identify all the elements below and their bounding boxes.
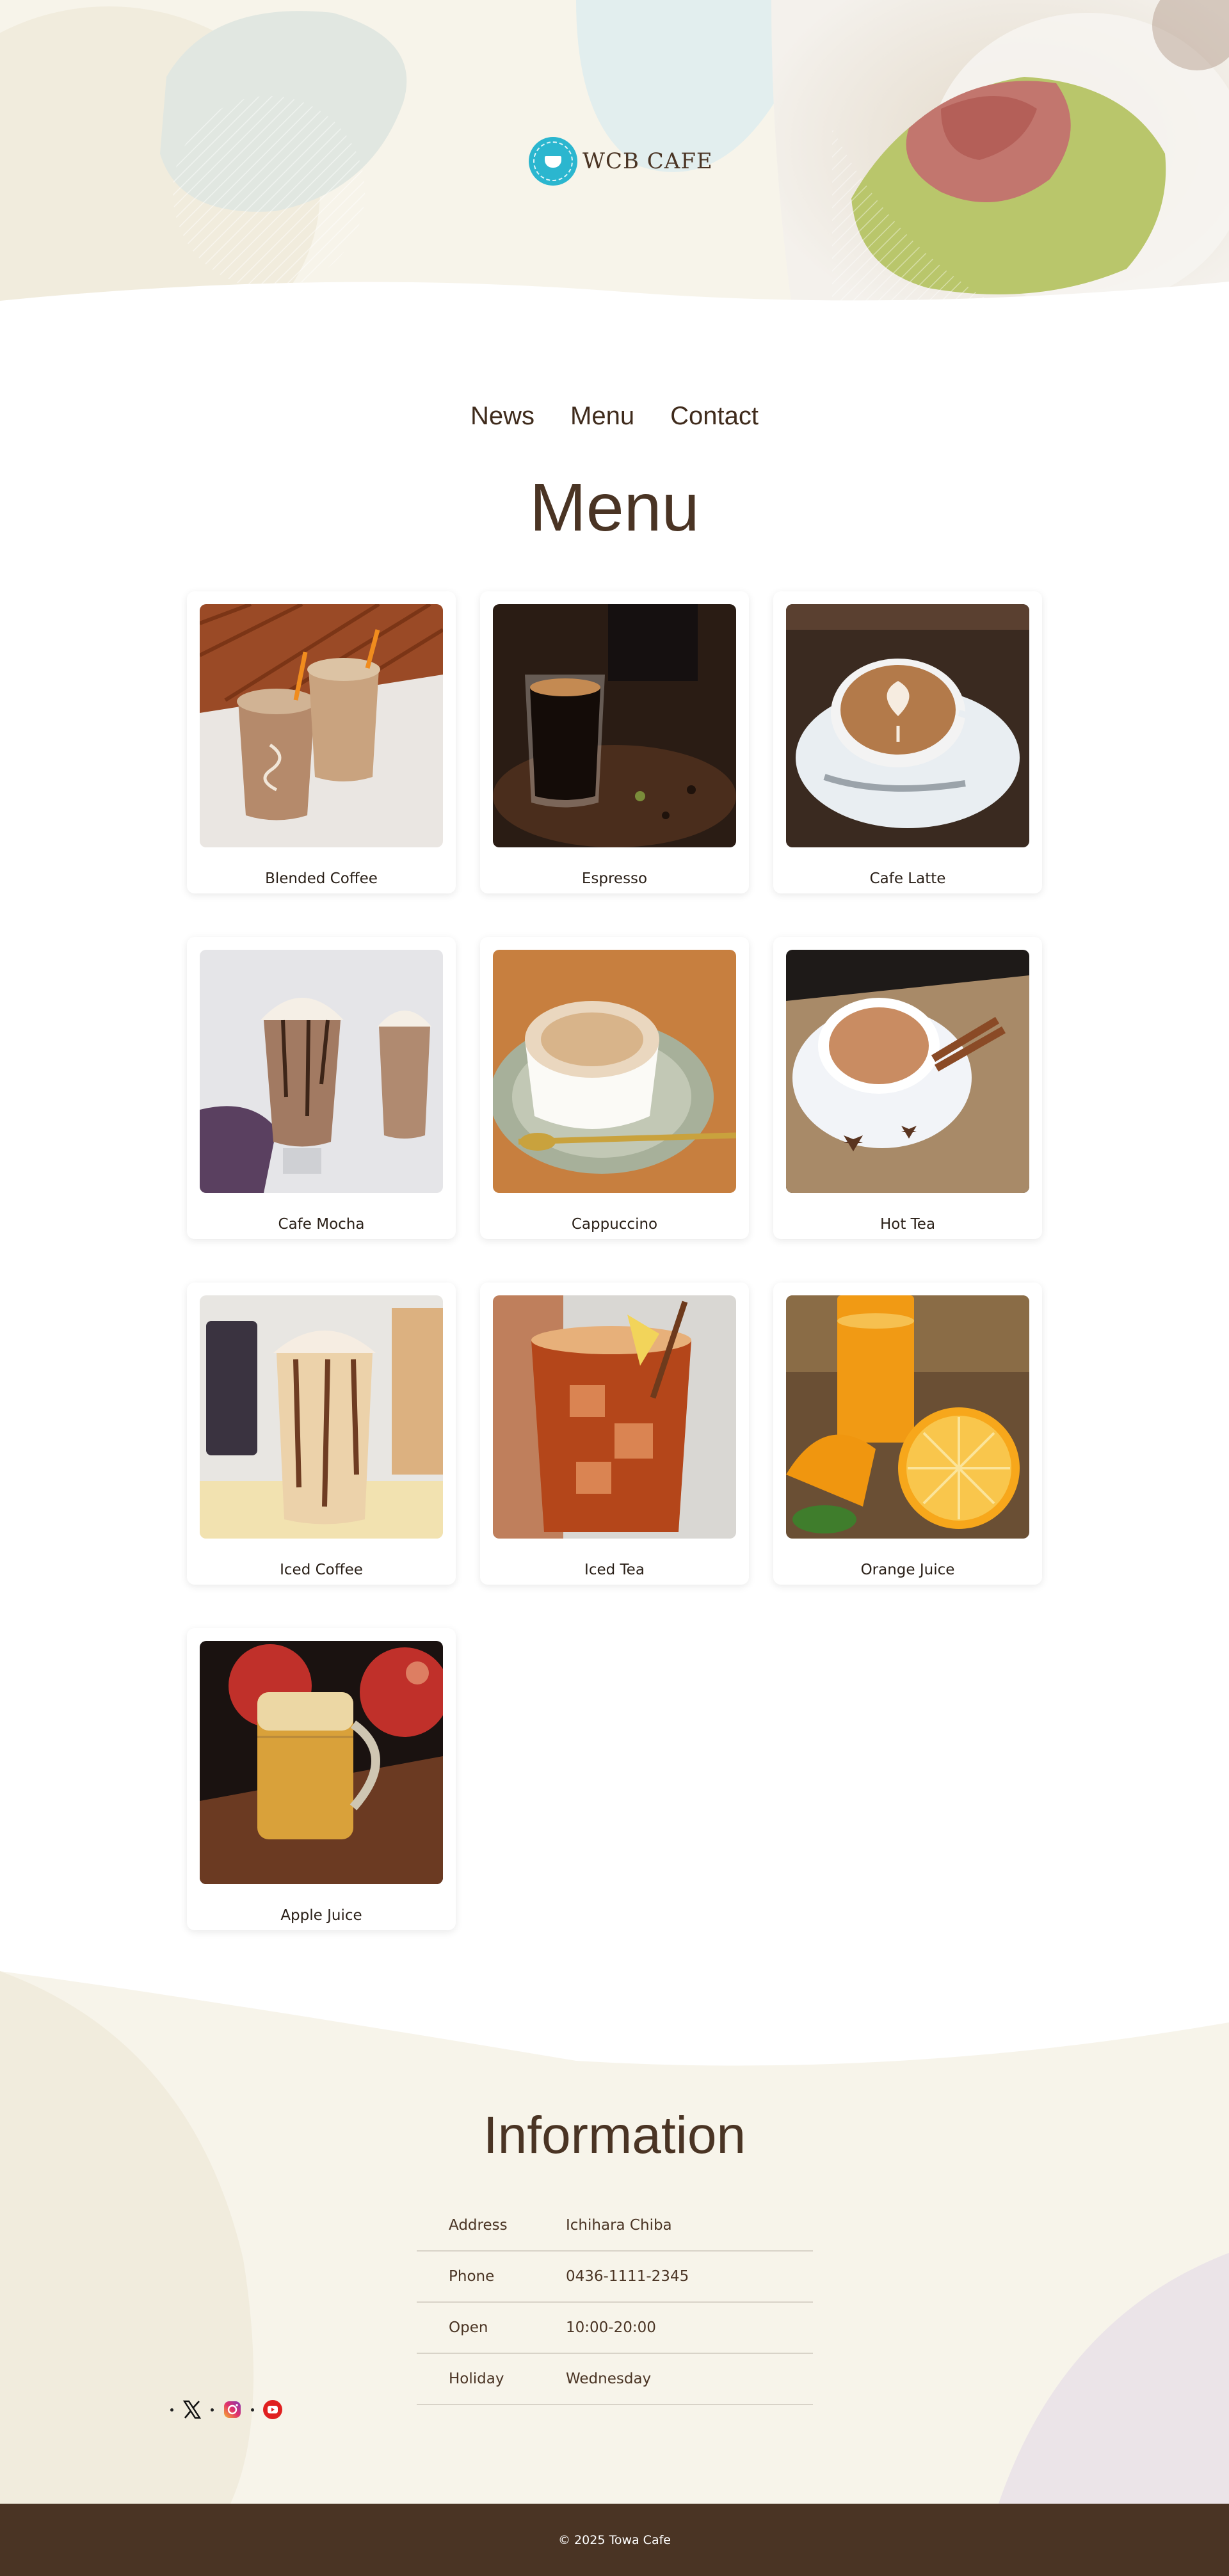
nav-link-contact[interactable]: Contact (670, 402, 759, 431)
cappuccino-photo (493, 950, 736, 1193)
menu-item-name: Apple Juice (280, 1907, 362, 1924)
x-icon[interactable] (181, 2399, 203, 2420)
menu-card-blended-coffee[interactable]: Blended Coffee (187, 591, 456, 893)
info-label-open: Open (417, 2302, 566, 2354)
espresso-photo (493, 604, 736, 847)
blended-coffee-photo (200, 604, 443, 847)
menu-card-orange-juice[interactable]: Orange Juice (773, 1283, 1042, 1585)
brand-logo[interactable]: WCB CAFE (529, 137, 713, 186)
social-links (170, 2399, 284, 2420)
menu-item-name: Hot Tea (880, 1216, 936, 1233)
menu-item-name: Espresso (581, 870, 648, 887)
menu-card-espresso[interactable]: Espresso (480, 591, 749, 893)
instagram-icon[interactable] (221, 2399, 243, 2420)
list-bullet (211, 2408, 214, 2412)
info-value-open: 10:00-20:00 (566, 2302, 813, 2354)
menu-card-apple-juice[interactable]: Apple Juice (187, 1628, 456, 1930)
menu-item-name: Blended Coffee (265, 870, 378, 887)
menu-grid: Blended Coffee Espresso Cafe Latte Cafe … (187, 591, 1042, 1930)
info-label-holiday: Holiday (417, 2353, 566, 2405)
apple-juice-photo (200, 1641, 443, 1884)
brand-name: WCB CAFE (582, 148, 713, 174)
information-table: Address Ichihara Chiba Phone 0436-1111-2… (417, 2200, 813, 2405)
menu-card-cafe-latte[interactable]: Cafe Latte (773, 591, 1042, 893)
table-row: Phone 0436-1111-2345 (417, 2251, 813, 2303)
info-label-address: Address (417, 2200, 566, 2252)
menu-item-name: Cafe Mocha (278, 1216, 365, 1233)
hero-header: WCB CAFE (0, 0, 1229, 320)
orange-juice-photo (786, 1295, 1029, 1539)
list-bullet (170, 2408, 173, 2412)
info-value-phone[interactable]: 0436-1111-2345 (566, 2251, 813, 2303)
table-row: Holiday Wednesday (417, 2353, 813, 2405)
menu-item-name: Cafe Latte (869, 870, 946, 887)
hot-tea-photo (786, 950, 1029, 1193)
table-row: Open 10:00-20:00 (417, 2302, 813, 2354)
menu-item-name: Iced Coffee (280, 1562, 363, 1578)
info-label-phone: Phone (417, 2251, 566, 2303)
info-value-holiday: Wednesday (566, 2353, 813, 2405)
menu-card-cafe-mocha[interactable]: Cafe Mocha (187, 937, 456, 1239)
menu-item-name: Orange Juice (860, 1562, 955, 1578)
iced-tea-photo (493, 1295, 736, 1539)
table-row: Address Ichihara Chiba (417, 2200, 813, 2252)
nav-link-menu[interactable]: Menu (570, 402, 634, 431)
youtube-icon[interactable] (262, 2399, 284, 2420)
page-footer: © 2025 Towa Cafe (0, 2504, 1229, 2576)
menu-card-cappuccino[interactable]: Cappuccino (480, 937, 749, 1239)
info-value-address: Ichihara Chiba (566, 2200, 813, 2252)
cafe-latte-photo (786, 604, 1029, 847)
cafe-mocha-photo (200, 950, 443, 1193)
nav-link-news[interactable]: News (470, 402, 534, 431)
menu-item-name: Cappuccino (571, 1216, 658, 1233)
menu-card-hot-tea[interactable]: Hot Tea (773, 937, 1042, 1239)
main-nav: News Menu Contact (0, 402, 1229, 431)
menu-item-name: Iced Tea (584, 1562, 645, 1578)
copyright-text: © 2025 Towa Cafe (558, 2532, 671, 2547)
menu-title: Menu (529, 470, 700, 545)
information-title: Information (483, 2106, 746, 2164)
menu-card-iced-tea[interactable]: Iced Tea (480, 1283, 749, 1585)
list-bullet (251, 2408, 254, 2412)
logo-cup-icon (529, 137, 577, 186)
iced-coffee-photo (200, 1295, 443, 1539)
menu-card-iced-coffee[interactable]: Iced Coffee (187, 1283, 456, 1585)
